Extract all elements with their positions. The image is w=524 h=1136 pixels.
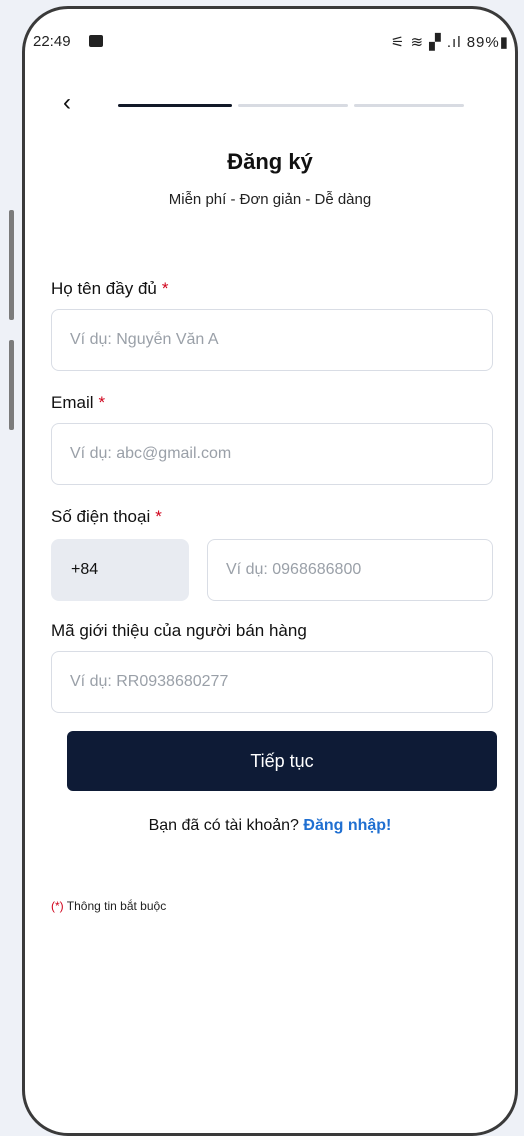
side-button (9, 210, 14, 320)
phone-label: Số điện thoại * (51, 507, 162, 527)
progress-step-3 (354, 104, 464, 107)
progress-step-2 (238, 104, 348, 107)
country-code-selector[interactable]: +84 (51, 539, 189, 601)
referral-label-text: Mã giới thiệu của người bán hàng (51, 621, 307, 640)
referral-label: Mã giới thiệu của người bán hàng (51, 621, 307, 641)
status-time: 22:49 (33, 33, 71, 50)
login-link[interactable]: Đăng nhập! (303, 817, 391, 834)
continue-button[interactable]: Tiếp tục (67, 731, 497, 791)
phone-label-text: Số điện thoại (51, 507, 151, 526)
required-footnote: (*) Thông tin bắt buộc (51, 899, 166, 913)
full-name-input[interactable] (51, 309, 493, 371)
phone-input[interactable] (207, 539, 493, 601)
full-name-label-text: Họ tên đầy đủ (51, 279, 157, 298)
progress-step-1 (118, 104, 232, 107)
email-input[interactable] (51, 423, 493, 485)
required-mark: * (98, 393, 106, 412)
footnote-mark: (*) (51, 899, 64, 913)
image-notification-icon (89, 35, 103, 47)
email-label: Email * (51, 393, 105, 413)
login-prompt: Bạn đã có tài khoản? Đăng nhập! (25, 817, 515, 835)
chevron-left-icon: ‹ (63, 89, 71, 116)
required-mark: * (161, 279, 169, 298)
phone-frame: 22:49 ⚟ ≋ ▞ .ıl 89%▮ ‹ Đăng ký Miễn phí … (22, 6, 518, 1136)
status-indicators: ⚟ ≋ ▞ .ıl 89%▮ (390, 34, 509, 51)
email-label-text: Email (51, 393, 94, 412)
status-bar: 22:49 ⚟ ≋ ▞ .ıl 89%▮ (25, 23, 515, 57)
back-button[interactable]: ‹ (55, 89, 79, 117)
full-name-label: Họ tên đầy đủ * (51, 279, 168, 299)
footnote-text: Thông tin bắt buộc (66, 899, 167, 913)
required-mark: * (155, 507, 162, 526)
page-subtitle: Miễn phí - Đơn giản - Dễ dàng (168, 191, 372, 208)
page-title: Đăng ký (227, 149, 313, 174)
side-button (9, 340, 14, 430)
referral-code-input[interactable] (51, 651, 493, 713)
login-prompt-text: Bạn đã có tài khoản? (148, 817, 299, 834)
